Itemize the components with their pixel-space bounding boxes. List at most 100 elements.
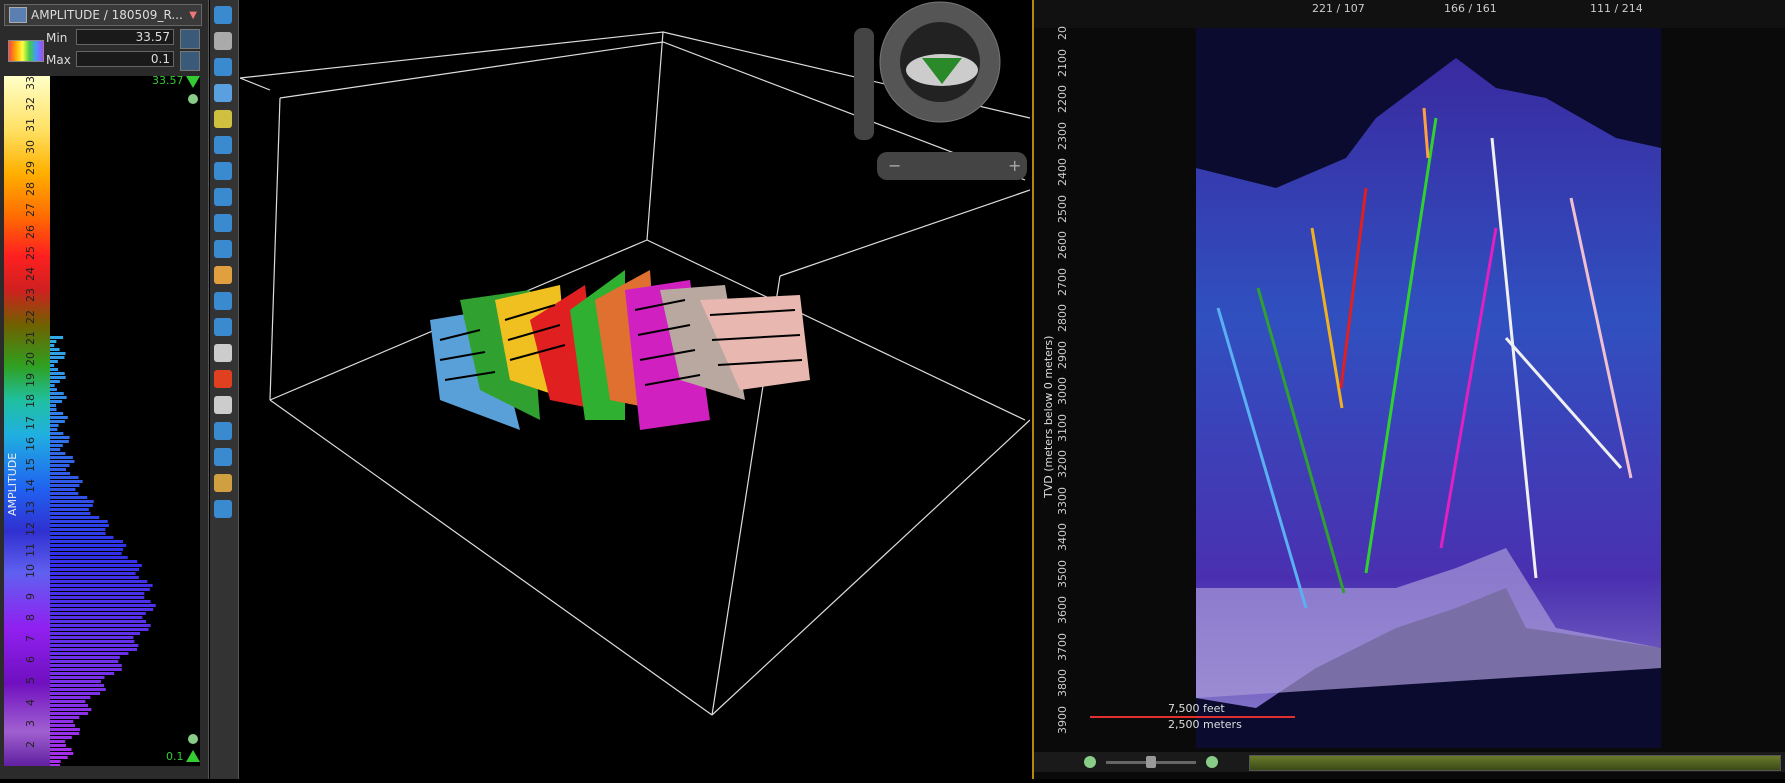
histogram-bar bbox=[50, 428, 58, 431]
horizontal-scrollbar[interactable] bbox=[1249, 755, 1781, 771]
histogram-bar bbox=[50, 692, 101, 695]
depth-tick: 3900 bbox=[1056, 705, 1069, 734]
min-field[interactable] bbox=[76, 29, 174, 45]
record-icon[interactable] bbox=[214, 370, 232, 388]
zoom-out-icon[interactable] bbox=[1084, 756, 1096, 768]
histogram-bar bbox=[50, 684, 105, 687]
depth-tick: 2700 bbox=[1056, 267, 1069, 296]
color-tick: 26 bbox=[24, 224, 37, 239]
histogram-bar bbox=[50, 500, 94, 503]
color-scale[interactable]: 33 32 31 30 29 28 27 26 25 24 23 22 21 20 19 18 17 16 15 14… bbox=[4, 74, 200, 766]
histogram-bar bbox=[50, 436, 70, 439]
color-tick: 21 bbox=[24, 330, 37, 345]
measure-icon[interactable] bbox=[214, 214, 232, 232]
section-view[interactable]: 221 / 107 166 / 161 111 / 214 TVD (meter… bbox=[1032, 0, 1785, 779]
ruler-label: 221 / 107 bbox=[1312, 2, 1365, 15]
zoom-in-icon[interactable] bbox=[1206, 756, 1218, 768]
grid-icon[interactable] bbox=[214, 500, 232, 518]
depth-tick: 2900 bbox=[1056, 340, 1069, 369]
histogram-bar bbox=[50, 496, 88, 499]
color-tick: 22 bbox=[24, 309, 37, 324]
amplitude-histogram bbox=[50, 336, 156, 766]
svg-text:−: − bbox=[888, 156, 901, 175]
depth-tick: 2300 bbox=[1056, 121, 1069, 150]
select-icon[interactable] bbox=[214, 6, 232, 24]
histogram-bar bbox=[50, 548, 124, 551]
histogram-bar bbox=[50, 720, 74, 723]
probe-icon[interactable] bbox=[214, 292, 232, 310]
zoom-in-icon[interactable] bbox=[188, 94, 198, 104]
menu-icon[interactable] bbox=[9, 7, 27, 23]
color-tick: 32 bbox=[24, 97, 37, 112]
ruler-icon[interactable] bbox=[214, 474, 232, 492]
histogram-bar bbox=[50, 336, 64, 339]
max-field[interactable] bbox=[76, 51, 174, 67]
histogram-bar bbox=[50, 584, 153, 587]
color-tick: 20 bbox=[24, 352, 37, 366]
palette-icon[interactable] bbox=[214, 266, 232, 284]
depth-tick: 2200 bbox=[1056, 85, 1069, 113]
histogram-bar bbox=[50, 344, 55, 347]
attribute-selector[interactable]: AMPLITUDE / 180509_R... ▼ bbox=[4, 4, 202, 26]
attribute-title: AMPLITUDE / 180509_R... bbox=[31, 8, 183, 22]
histogram-bar bbox=[50, 492, 79, 495]
snapshot-icon[interactable] bbox=[214, 448, 232, 466]
bottom-handle-icon[interactable] bbox=[186, 750, 200, 762]
histogram-bar bbox=[50, 588, 150, 591]
depth-tick: 2500 bbox=[1056, 194, 1069, 223]
pen-icon[interactable] bbox=[214, 318, 232, 336]
zoom-icon[interactable] bbox=[214, 32, 232, 50]
histogram-bar bbox=[50, 444, 63, 447]
histogram-bar bbox=[50, 456, 73, 459]
histogram-bar bbox=[50, 536, 114, 539]
min-row: Min bbox=[4, 28, 200, 49]
histogram-bar bbox=[50, 756, 68, 759]
light-icon[interactable] bbox=[214, 344, 232, 362]
scale-meters: 2,500 meters bbox=[1168, 718, 1242, 731]
export-icon[interactable] bbox=[214, 396, 232, 414]
rotate-icon[interactable] bbox=[214, 58, 232, 76]
display-icon[interactable] bbox=[214, 110, 232, 128]
arrow-icon[interactable] bbox=[214, 136, 232, 154]
histogram-bar bbox=[50, 508, 89, 511]
min-reset-icon[interactable] bbox=[180, 29, 200, 49]
frame-icon[interactable] bbox=[214, 422, 232, 440]
histogram-bar bbox=[50, 452, 66, 455]
max-reset-icon[interactable] bbox=[180, 51, 200, 71]
chevron-down-icon[interactable]: ▼ bbox=[189, 10, 197, 21]
depth-tick: 3300 bbox=[1056, 486, 1069, 515]
zoom-slider-thumb[interactable] bbox=[1146, 756, 1156, 768]
colorbar-panel: AMPLITUDE / 180509_R... ▼ Min Max 333231… bbox=[0, 0, 209, 779]
navigation-widget[interactable]: − + bbox=[854, 1, 1027, 180]
zoom-out-icon[interactable] bbox=[188, 734, 198, 744]
color-tick: 7 bbox=[24, 635, 37, 642]
pick-icon[interactable] bbox=[214, 188, 232, 206]
color-tick: 18 bbox=[24, 394, 37, 409]
3d-scene[interactable]: − + bbox=[239, 0, 1031, 779]
histogram-bar bbox=[50, 432, 64, 435]
color-tick: 33 bbox=[24, 76, 37, 90]
histogram-bar bbox=[50, 460, 75, 463]
depth-tick: 2600 bbox=[1056, 231, 1069, 259]
fault-surfaces[interactable] bbox=[430, 270, 810, 430]
color-tick: 19 bbox=[24, 373, 37, 388]
depth-tick: 3800 bbox=[1056, 669, 1069, 697]
ruler-label: 111 / 214 bbox=[1590, 2, 1643, 15]
histogram-bar bbox=[50, 540, 124, 543]
histogram-bar bbox=[50, 664, 122, 667]
histogram-bar bbox=[50, 708, 92, 711]
layers-icon[interactable] bbox=[214, 240, 232, 258]
depth-tick: 2400 bbox=[1056, 158, 1069, 186]
histogram-bar bbox=[50, 740, 66, 743]
histogram-bar bbox=[50, 704, 88, 707]
histogram-bar bbox=[50, 544, 127, 547]
svg-text:+: + bbox=[1008, 156, 1021, 175]
pan-icon[interactable] bbox=[214, 84, 232, 102]
histogram-bar bbox=[50, 636, 134, 639]
pointer-icon[interactable] bbox=[214, 162, 232, 180]
3d-viewport[interactable]: − + bbox=[239, 0, 1031, 779]
depth-tick: 3000 bbox=[1056, 377, 1069, 405]
histogram-bar bbox=[50, 732, 80, 735]
top-handle-icon[interactable] bbox=[186, 76, 200, 88]
seismic-section[interactable] bbox=[1196, 28, 1661, 748]
